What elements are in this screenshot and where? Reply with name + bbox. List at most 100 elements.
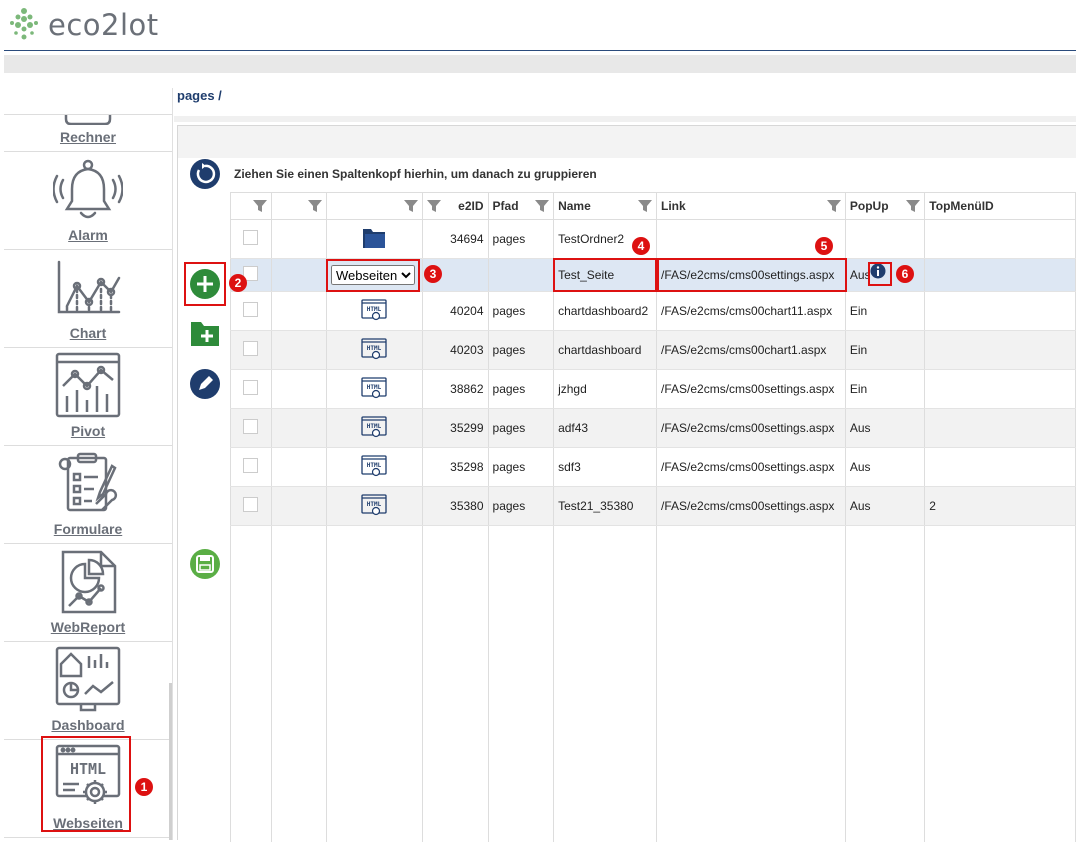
- refresh-icon[interactable]: [189, 158, 221, 190]
- e2id-cell: 35380: [422, 487, 488, 526]
- link-cell: /FAS/e2cms/cms00settings.aspx: [657, 487, 846, 526]
- group-by-hint[interactable]: Ziehen Sie einen Spaltenkopf hierhin, um…: [230, 161, 1076, 191]
- column-popup[interactable]: PopUp: [845, 193, 924, 220]
- save-icon[interactable]: [189, 548, 221, 580]
- name-cell: sdf3: [554, 448, 657, 487]
- column-topmenuid[interactable]: TopMenüID: [925, 193, 1076, 220]
- svg-text:HTML: HTML: [367, 306, 382, 313]
- svg-text:HTML: HTML: [367, 384, 382, 391]
- step-badge-2: 2: [229, 274, 247, 292]
- topmenu-cell: [925, 409, 1076, 448]
- column-e2id[interactable]: e2ID: [422, 193, 488, 220]
- action-cell: [271, 331, 326, 370]
- html-page-icon: HTML: [361, 377, 387, 399]
- step-badge-4: 4: [632, 237, 650, 255]
- highlight-info-icon: [868, 262, 892, 286]
- table-row[interactable]: HTML 35299 pages adf43 /FAS/e2cms/cms00s…: [231, 409, 1076, 448]
- html-page-icon: HTML: [361, 455, 387, 477]
- highlight-link-cell: [657, 258, 847, 292]
- filter-icon[interactable]: [308, 199, 322, 213]
- table-row[interactable]: HTML 35298 pages sdf3 /FAS/e2cms/cms00se…: [231, 448, 1076, 487]
- row-checkbox[interactable]: [243, 458, 258, 473]
- topmenu-cell: [925, 448, 1076, 487]
- table-row[interactable]: 34694 pages TestOrdner2: [231, 220, 1076, 259]
- highlight-webseiten: [41, 736, 131, 832]
- content-strip: [174, 116, 1076, 122]
- name-cell: adf43: [554, 409, 657, 448]
- edit-icon[interactable]: [189, 368, 221, 400]
- sidebar-item-alarm[interactable]: Alarm: [4, 152, 172, 250]
- sidebar-spacer: [4, 88, 172, 115]
- row-checkbox[interactable]: [243, 497, 258, 512]
- step-badge-5: 5: [815, 237, 833, 255]
- table-row[interactable]: HTML 35380 pages Test21_35380 /FAS/e2cms…: [231, 487, 1076, 526]
- name-cell: jzhgd: [554, 370, 657, 409]
- breadcrumb[interactable]: pages /: [177, 88, 222, 103]
- sidebar-item-rechner[interactable]: Rechner: [4, 115, 172, 152]
- column-link[interactable]: Link: [657, 193, 846, 220]
- row-checkbox[interactable]: [243, 341, 258, 356]
- sidebar-item-label: WebReport: [4, 619, 172, 635]
- table-row[interactable]: HTML 40204 pages chartdashboard2 /FAS/e2…: [231, 292, 1076, 331]
- action-cell: [271, 448, 326, 487]
- action-cell: [271, 409, 326, 448]
- row-checkbox[interactable]: [243, 380, 258, 395]
- pfad-cell: pages: [488, 370, 554, 409]
- step-badge-1: 1: [135, 778, 153, 796]
- column-name[interactable]: Name: [554, 193, 657, 220]
- table-row[interactable]: HTML 40203 pages chartdashboard /FAS/e2c…: [231, 331, 1076, 370]
- header-divider: [4, 50, 1076, 51]
- highlight-type-select: [326, 259, 420, 292]
- table-row[interactable]: HTML 38862 pages jzhgd /FAS/e2cms/cms00s…: [231, 370, 1076, 409]
- popup-cell: Aus: [845, 448, 924, 487]
- link-cell: /FAS/e2cms/cms00settings.aspx: [657, 448, 846, 487]
- sidebar-item-dashboard[interactable]: Dashboard: [4, 642, 172, 740]
- action-cell: [271, 259, 326, 292]
- calculator-icon: [58, 115, 118, 125]
- sidebar-item-chart[interactable]: Chart: [4, 250, 172, 348]
- column-type[interactable]: [327, 193, 423, 220]
- app-logo: eco2lot: [6, 4, 159, 46]
- sidebar-item-pivot[interactable]: Pivot: [4, 348, 172, 446]
- pfad-cell: [488, 259, 554, 292]
- grid-panel: Ziehen Sie einen Spaltenkopf hierhin, um…: [177, 125, 1076, 840]
- row-checkbox[interactable]: [243, 302, 258, 317]
- sidebar-item-formulare[interactable]: Formulare: [4, 446, 172, 544]
- filter-icon[interactable]: [827, 199, 841, 213]
- panel-header: [178, 126, 1076, 158]
- type-cell: [327, 220, 423, 259]
- row-checkbox[interactable]: [243, 419, 258, 434]
- link-cell: /FAS/e2cms/cms00settings.aspx: [657, 409, 846, 448]
- topmenu-cell: [925, 331, 1076, 370]
- add-folder-icon[interactable]: [189, 318, 221, 348]
- type-cell: HTML: [327, 409, 423, 448]
- sidebar: Rechner Alarm Chart: [4, 88, 173, 840]
- action-cell: [271, 487, 326, 526]
- filter-icon[interactable]: [404, 199, 418, 213]
- sidebar-scrollbar[interactable]: [169, 683, 172, 840]
- e2id-cell: 40204: [422, 292, 488, 331]
- popup-cell: Ein: [845, 370, 924, 409]
- topmenu-cell: [925, 220, 1076, 259]
- type-cell: HTML: [327, 370, 423, 409]
- column-select[interactable]: [231, 193, 272, 220]
- column-action[interactable]: [271, 193, 326, 220]
- type-cell: HTML: [327, 448, 423, 487]
- filter-icon[interactable]: [253, 199, 267, 213]
- sidebar-item-label: Pivot: [4, 423, 172, 439]
- sidebar-item-webreport[interactable]: WebReport: [4, 544, 172, 642]
- row-checkbox[interactable]: [243, 230, 258, 245]
- filter-icon[interactable]: [427, 199, 441, 213]
- filter-icon[interactable]: [535, 199, 549, 213]
- column-pfad[interactable]: Pfad: [488, 193, 554, 220]
- line-chart-icon: [53, 260, 123, 320]
- toolbar-strip: [4, 55, 1076, 73]
- filter-icon[interactable]: [638, 199, 652, 213]
- link-cell: /FAS/e2cms/cms00chart11.aspx: [657, 292, 846, 331]
- sidebar-item-label: Formulare: [4, 521, 172, 537]
- topmenu-cell: [925, 292, 1076, 331]
- filter-icon[interactable]: [906, 199, 920, 213]
- folder-icon: [362, 227, 386, 249]
- link-cell: /FAS/e2cms/cms00chart1.aspx: [657, 331, 846, 370]
- svg-text:HTML: HTML: [367, 423, 382, 430]
